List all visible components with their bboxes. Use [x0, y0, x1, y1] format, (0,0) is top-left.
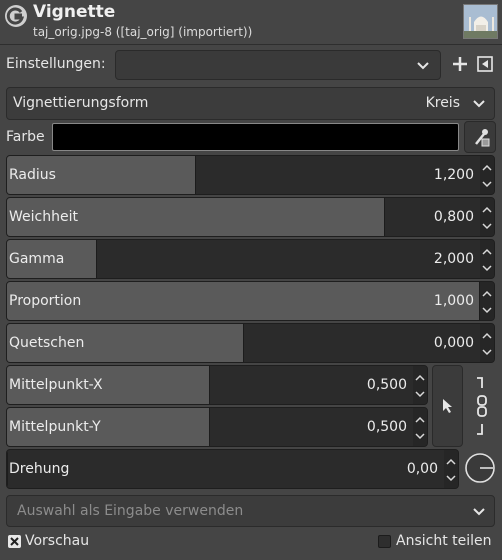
split-view-checkbox[interactable] — [378, 535, 391, 548]
rotation-dial-icon[interactable] — [464, 452, 496, 484]
vignette-shape-combo[interactable]: Vignettierungsform Kreis — [6, 87, 495, 120]
center-y-slider[interactable]: Mittelpunkt-Y 0,500 — [6, 407, 428, 447]
dialog-header: Vignette taj_orig.jpg-8 ([taj_orig] (imp… — [0, 0, 502, 44]
proportion-slider[interactable]: Proportion 1,000 — [6, 281, 495, 321]
split-view-label[interactable]: Ansicht teilen — [396, 533, 492, 549]
center-x-slider[interactable]: Mittelpunkt-X 0,500 — [6, 365, 428, 405]
color-picker-button[interactable] — [464, 121, 496, 153]
spin-arrows-icon[interactable] — [480, 282, 494, 320]
checkmark-icon — [10, 537, 19, 546]
chain-link-icon[interactable] — [472, 374, 490, 438]
chevron-down-icon — [473, 100, 485, 108]
softness-slider[interactable]: Weichheit 0,800 — [6, 197, 495, 237]
rotation-slider-label: Drehung — [9, 461, 70, 477]
header-separator — [0, 44, 502, 45]
preview-checkbox[interactable] — [8, 535, 21, 548]
gamma-slider[interactable]: Gamma 2,000 — [6, 239, 495, 279]
spin-arrows-icon[interactable] — [444, 450, 458, 488]
proportion-slider-label: Proportion — [9, 293, 82, 309]
chevron-down-icon — [473, 508, 485, 516]
rotation-slider-value[interactable]: 0,00 — [407, 461, 438, 477]
radius-slider-value[interactable]: 1,200 — [434, 167, 474, 183]
image-thumbnail — [463, 4, 498, 39]
gamma-slider-value[interactable]: 2,000 — [434, 251, 474, 267]
center-x-slider-value[interactable]: 0,500 — [367, 377, 407, 393]
preview-label[interactable]: Vorschau — [25, 533, 89, 549]
settings-label: Einstellungen: — [6, 56, 106, 72]
settings-combo[interactable] — [115, 50, 441, 80]
rotation-slider[interactable]: Drehung 0,00 — [6, 449, 459, 489]
softness-slider-label: Weichheit — [9, 209, 78, 225]
color-swatch — [55, 126, 456, 148]
dialog-title: Vignette — [33, 2, 116, 22]
gimp-logo-icon — [5, 5, 27, 27]
gamma-slider-label: Gamma — [9, 251, 65, 267]
squeeze-slider[interactable]: Quetschen 0,000 — [6, 323, 495, 363]
spin-arrows-icon[interactable] — [480, 198, 494, 236]
spin-arrows-icon[interactable] — [480, 240, 494, 278]
vignette-shape-value: Kreis — [425, 95, 460, 111]
pick-center-button[interactable] — [432, 365, 463, 447]
proportion-slider-value[interactable]: 1,000 — [434, 293, 474, 309]
vignette-shape-label: Vignettierungsform — [13, 95, 149, 111]
spin-arrows-icon[interactable] — [413, 366, 427, 404]
rotation-slider-fill — [7, 450, 8, 488]
center-x-slider-label: Mittelpunkt-X — [9, 377, 103, 393]
pointer-icon — [443, 399, 452, 413]
center-y-slider-label: Mittelpunkt-Y — [9, 419, 101, 435]
color-label: Farbe — [6, 129, 45, 145]
squeeze-slider-label: Quetschen — [9, 335, 85, 351]
spin-arrows-icon[interactable] — [480, 156, 494, 194]
spin-arrows-icon[interactable] — [480, 324, 494, 362]
softness-slider-value[interactable]: 0,800 — [434, 209, 474, 225]
use-selection-combo[interactable]: Auswahl als Eingabe verwenden — [6, 495, 495, 527]
center-y-slider-value[interactable]: 0,500 — [367, 419, 407, 435]
menu-triangle-icon[interactable] — [476, 54, 494, 74]
chevron-down-icon — [417, 62, 429, 70]
radius-slider-label: Radius — [9, 167, 56, 183]
color-button[interactable] — [52, 123, 459, 151]
taj-thumbnail-icon — [464, 5, 497, 38]
spin-arrows-icon[interactable] — [413, 408, 427, 446]
radius-slider[interactable]: Radius 1,200 — [6, 155, 495, 195]
plus-icon[interactable] — [450, 54, 470, 74]
dialog-subtitle: taj_orig.jpg-8 ([taj_orig] (importiert)) — [33, 25, 253, 39]
eyedropper-icon — [475, 129, 490, 147]
squeeze-slider-value[interactable]: 0,000 — [434, 335, 474, 351]
use-selection-label: Auswahl als Eingabe verwenden — [17, 503, 244, 519]
